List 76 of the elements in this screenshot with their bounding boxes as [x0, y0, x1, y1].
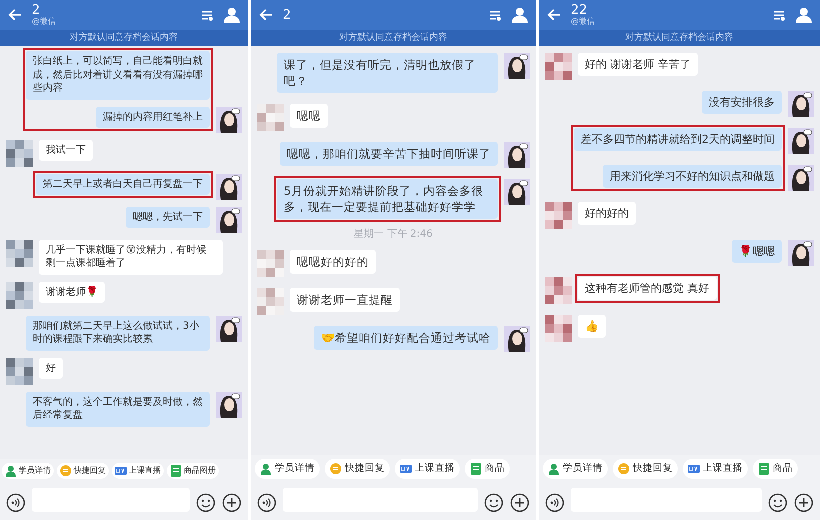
message-bubble: 第二天早上或者白天自己再复盘一下	[36, 174, 210, 195]
archive-notice: 对方默认同意存档会话内容	[539, 30, 820, 46]
message-bubble: 好的 谢谢老师 辛苦了	[578, 53, 698, 76]
back-icon[interactable]	[8, 8, 22, 22]
shortcut-button[interactable]: 上课直播	[683, 458, 748, 479]
contact-source: @微信	[571, 16, 596, 26]
plus-icon	[510, 492, 530, 513]
shortcut-button[interactable]: 上课直播	[112, 463, 164, 479]
person-icon	[548, 462, 560, 475]
plus-icon	[222, 492, 242, 513]
shortcut-button[interactable]: 学员详情	[2, 463, 54, 479]
message-bubble: 没有安排很多	[702, 91, 782, 114]
archive-notice: 对方默认同意存档会话内容	[251, 30, 536, 46]
message-bubble: 这种有老师管的感觉 真好	[578, 277, 716, 300]
profile-icon[interactable]	[224, 7, 240, 23]
contact-name: 2	[283, 8, 292, 22]
profile-icon[interactable]	[512, 7, 528, 23]
message-bubble: 我试一下	[39, 140, 93, 161]
shortcut-button[interactable]: 商品	[465, 458, 510, 479]
message-bubble: 谢谢老师🌹	[39, 282, 105, 303]
contact-name: 22	[571, 4, 588, 17]
message-bubble: 课了，但是没有听完，清明也放假了吧？	[277, 53, 498, 94]
smiley-icon	[484, 492, 504, 513]
list-icon[interactable]	[489, 8, 502, 22]
person-icon	[5, 465, 17, 477]
sheet-icon	[170, 465, 182, 477]
smiley-icon	[768, 492, 788, 513]
shortcut-button[interactable]: 快捷回复	[613, 458, 678, 479]
message-bubble: 差不多四节的精讲就给到2天的调整时间	[574, 128, 782, 152]
live-icon	[688, 462, 700, 475]
timestamp: 星期一 下午 2:46	[354, 228, 433, 242]
profile-icon[interactable]	[796, 7, 812, 23]
list-icon[interactable]	[773, 8, 786, 22]
shortcut-button[interactable]: 商品图册	[167, 463, 219, 479]
shortcut-button[interactable]: 学员详情	[255, 458, 320, 479]
message-bubble: 不客气的，这个工作就是要及时做，然后经常复盘	[26, 392, 210, 426]
shortcut-button[interactable]: 上课直播	[395, 458, 460, 479]
shortcut-button[interactable]: 商品	[753, 458, 798, 479]
chat-icon	[618, 462, 630, 475]
message-bubble: 用来消化学习不好的知识点和做题	[603, 165, 782, 188]
message-bubble: 张白纸上，可以简写，自己能看明白就成，然后比对着讲义看看有没有漏掉哪些内容	[26, 51, 210, 100]
back-icon[interactable]	[547, 8, 561, 22]
message-bubble: 漏掉的内容用红笔补上	[96, 106, 210, 128]
message-bubble: 那咱们就第二天早上这么做试试，3小时的课程跟下来确实比较累	[26, 316, 210, 350]
contact-source: @微信	[32, 16, 57, 26]
back-icon[interactable]	[259, 8, 273, 22]
message-bubble: 嗯嗯好的好的	[290, 250, 376, 274]
voice-icon	[6, 492, 26, 513]
archive-notice: 对方默认同意存档会话内容	[0, 30, 248, 46]
message-bubble: 5月份就开始精讲阶段了，内容会多很多，现在一定要提前把基础好好学学	[277, 179, 498, 220]
message-bubble: 好的好的	[578, 202, 636, 226]
message-bubble: 几乎一下课就睡了😵没精力，有时候剩一点课都睡着了	[39, 240, 223, 274]
message-bubble: 谢谢老师一直提醒	[290, 288, 400, 312]
list-icon[interactable]	[201, 8, 214, 22]
shortcut-button[interactable]: 学员详情	[543, 458, 608, 479]
chat-icon	[330, 462, 342, 475]
live-icon	[400, 462, 412, 475]
smiley-icon	[196, 492, 216, 513]
voice-icon	[545, 492, 565, 513]
message-bubble: 👍	[578, 315, 606, 338]
message-bubble: 嗯嗯，那咱们就要辛苦下抽时间听课了	[280, 142, 498, 166]
live-icon	[115, 465, 127, 477]
sheet-icon	[758, 462, 770, 475]
voice-icon	[257, 492, 277, 513]
message-bubble: 嗯嗯	[290, 104, 328, 128]
plus-icon	[794, 492, 814, 513]
shortcut-button[interactable]: 快捷回复	[325, 458, 390, 479]
message-bubble: 好	[39, 358, 63, 379]
message-bubble: 🤝希望咱们好好配合通过考试哈	[314, 326, 498, 350]
person-icon	[260, 462, 272, 475]
contact-name: 2	[32, 4, 40, 17]
shortcut-button[interactable]: 快捷回复	[57, 463, 109, 479]
sheet-icon	[470, 462, 482, 475]
chat-icon	[60, 465, 72, 477]
message-bubble: 嗯嗯，先试一下	[126, 206, 210, 228]
message-bubble: 🌹嗯嗯	[732, 240, 782, 264]
